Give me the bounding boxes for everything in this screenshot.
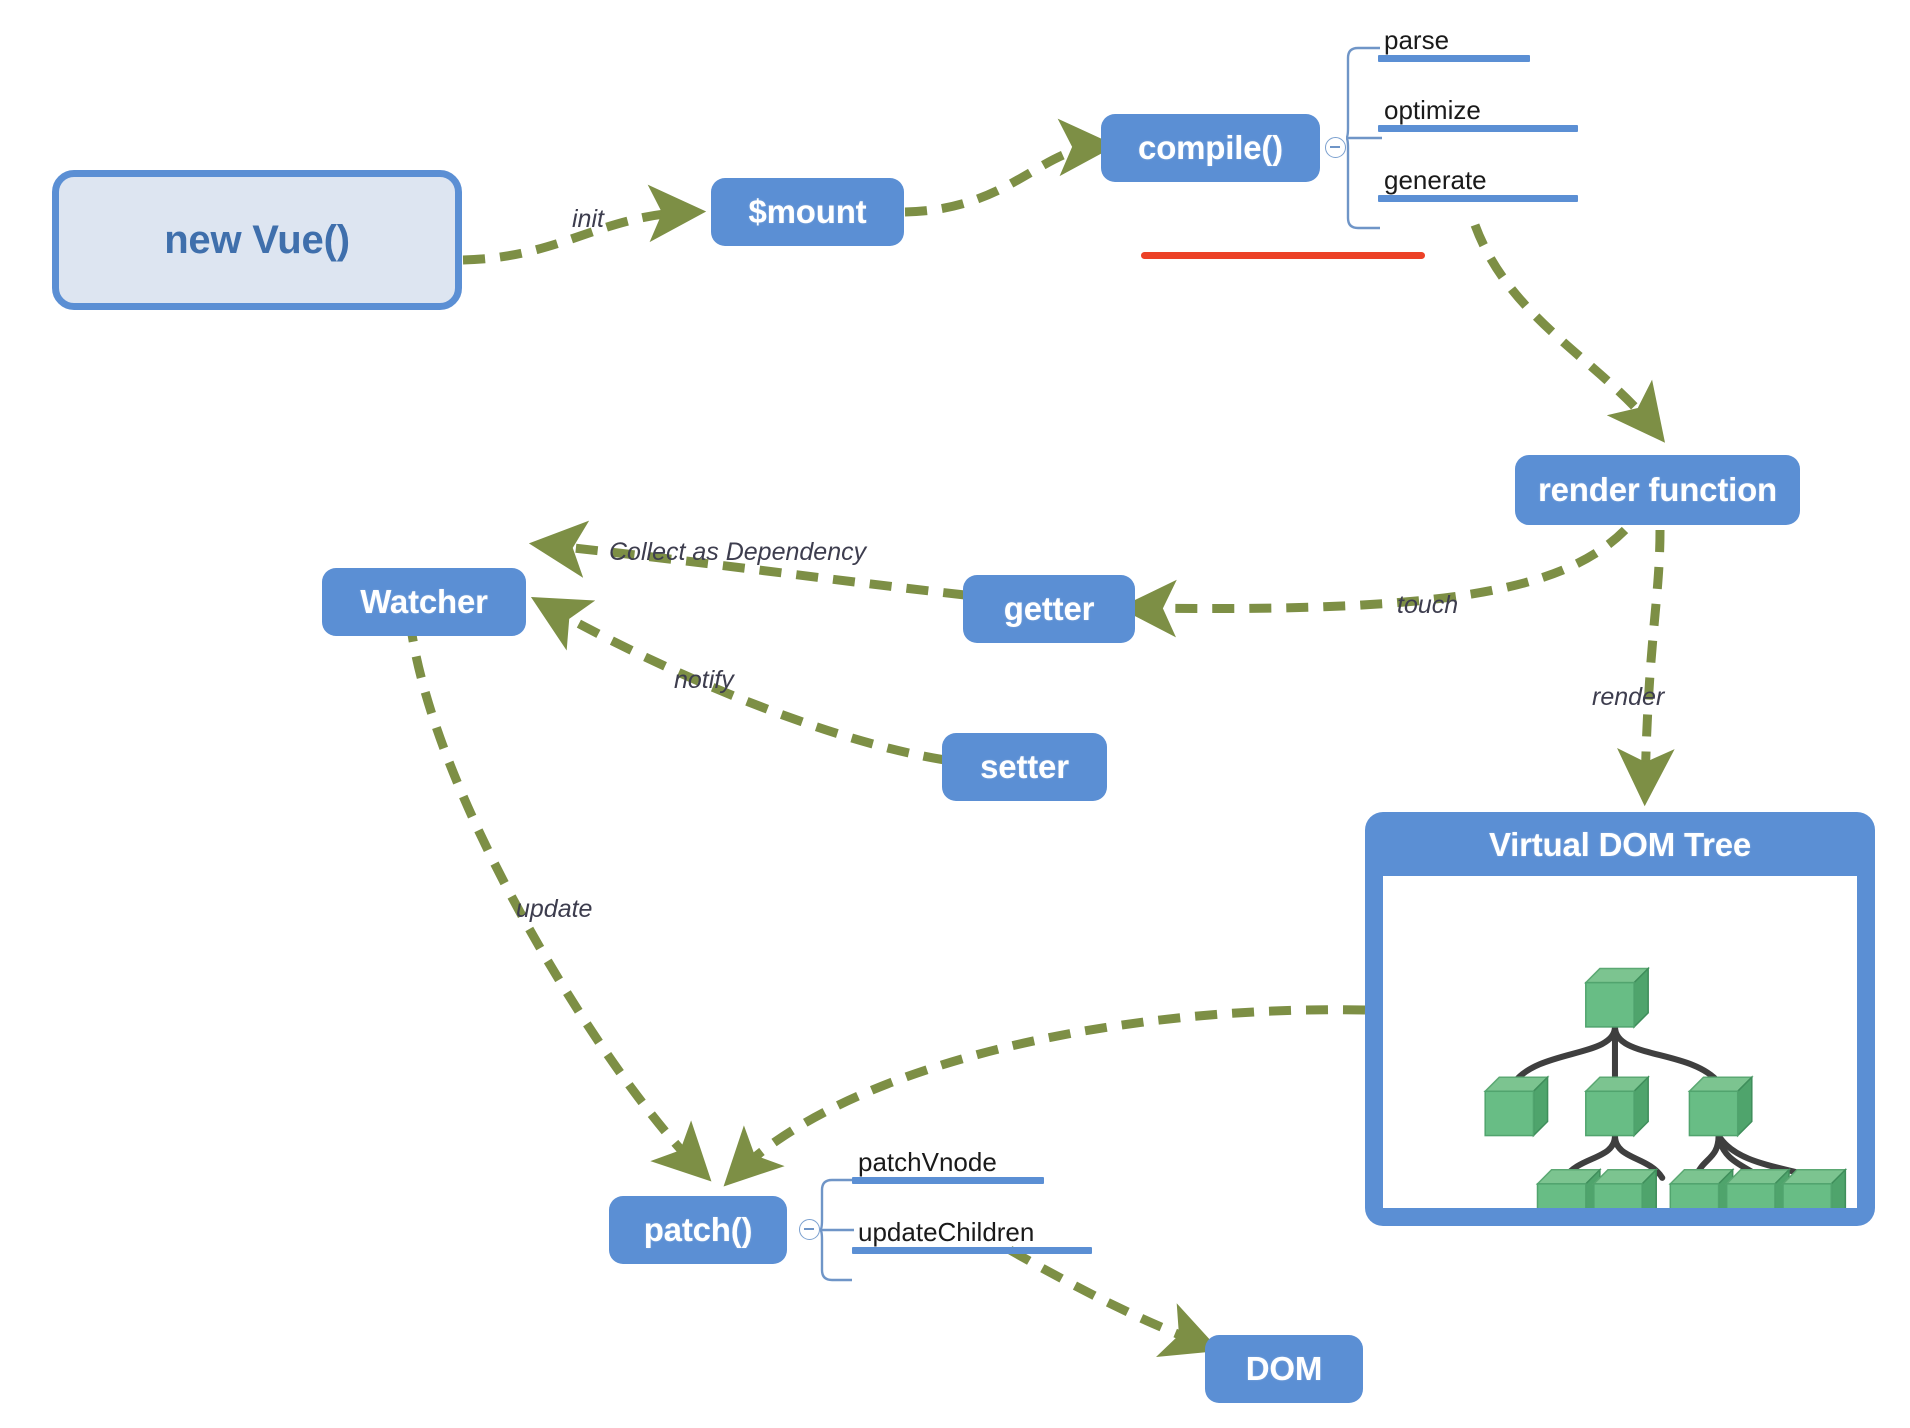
node-mount[interactable]: $mount bbox=[711, 178, 904, 246]
node-new-vue-label: new Vue() bbox=[164, 217, 350, 262]
edge-label-init: init bbox=[572, 205, 604, 233]
branch-optimize[interactable]: optimize bbox=[1378, 88, 1578, 132]
node-watcher-label: Watcher bbox=[360, 583, 488, 620]
branch-patch-vnode-label: patchVnode bbox=[858, 1147, 997, 1177]
branch-parse-label: parse bbox=[1384, 25, 1450, 55]
node-dom[interactable]: DOM bbox=[1205, 1335, 1363, 1403]
branch-optimize-label: optimize bbox=[1384, 95, 1481, 125]
patch-collapse-icon[interactable] bbox=[799, 1219, 820, 1240]
branch-generate-bar bbox=[1378, 195, 1578, 202]
edge-label-render: render bbox=[1592, 683, 1665, 711]
virtual-dom-tree-graphic bbox=[1383, 876, 1857, 1208]
edge-render-getter bbox=[1118, 526, 1629, 638]
patch-branch-group: patchVnode updateChildren bbox=[852, 1140, 1102, 1280]
edge-label-update: update bbox=[516, 895, 593, 923]
node-virtual-dom-tree[interactable]: Virtual DOM Tree bbox=[1365, 812, 1875, 1226]
node-render-function[interactable]: render function bbox=[1515, 455, 1800, 525]
compile-collapse-icon[interactable] bbox=[1325, 137, 1346, 158]
diagram-canvas: new Vue() $mount compile() parse optimiz… bbox=[0, 0, 1910, 1428]
node-patch-label: patch() bbox=[643, 1211, 753, 1248]
node-mount-label: $mount bbox=[748, 193, 867, 230]
node-compile-label: compile() bbox=[1138, 129, 1283, 166]
edge-label-touch: touch bbox=[1397, 591, 1459, 619]
branch-optimize-bar bbox=[1378, 125, 1578, 132]
branch-patch-vnode-bar bbox=[852, 1177, 1044, 1184]
node-setter-label: setter bbox=[980, 748, 1069, 785]
branch-patch-vnode[interactable]: patchVnode bbox=[852, 1140, 1064, 1184]
virtual-dom-tree-title: Virtual DOM Tree bbox=[1488, 826, 1752, 863]
compile-branch-group: parse optimize generate bbox=[1378, 10, 1598, 230]
branch-update-children[interactable]: updateChildren bbox=[852, 1210, 1092, 1254]
node-getter-label: getter bbox=[1003, 590, 1095, 627]
edge-setter-watcher bbox=[530, 596, 946, 765]
node-dom-label: DOM bbox=[1245, 1350, 1323, 1387]
branch-generate[interactable]: generate bbox=[1378, 158, 1578, 202]
node-patch[interactable]: patch() bbox=[609, 1196, 787, 1264]
node-getter[interactable]: getter bbox=[963, 575, 1135, 643]
branch-update-children-label: updateChildren bbox=[858, 1217, 1035, 1247]
branch-update-children-bar bbox=[852, 1247, 1092, 1254]
branch-parse[interactable]: parse bbox=[1378, 18, 1548, 62]
branch-parse-bar bbox=[1378, 55, 1530, 62]
edge-compile-render bbox=[1470, 223, 1666, 443]
branch-generate-label: generate bbox=[1384, 165, 1487, 195]
edge-label-collect-as-dependency: Collect as Dependency bbox=[609, 538, 867, 566]
edge-render-vdom bbox=[1617, 529, 1675, 807]
node-new-vue[interactable]: new Vue() bbox=[52, 170, 462, 310]
edge-mount-compile bbox=[904, 118, 1117, 217]
node-render-function-label: render function bbox=[1537, 471, 1777, 508]
red-underline-annotation bbox=[1141, 252, 1425, 259]
node-setter[interactable]: setter bbox=[942, 733, 1107, 801]
node-compile[interactable]: compile() bbox=[1101, 114, 1320, 182]
dom-tree-svg bbox=[1483, 966, 1848, 1208]
node-watcher[interactable]: Watcher bbox=[322, 568, 526, 636]
edge-label-notify: notify bbox=[674, 666, 734, 694]
